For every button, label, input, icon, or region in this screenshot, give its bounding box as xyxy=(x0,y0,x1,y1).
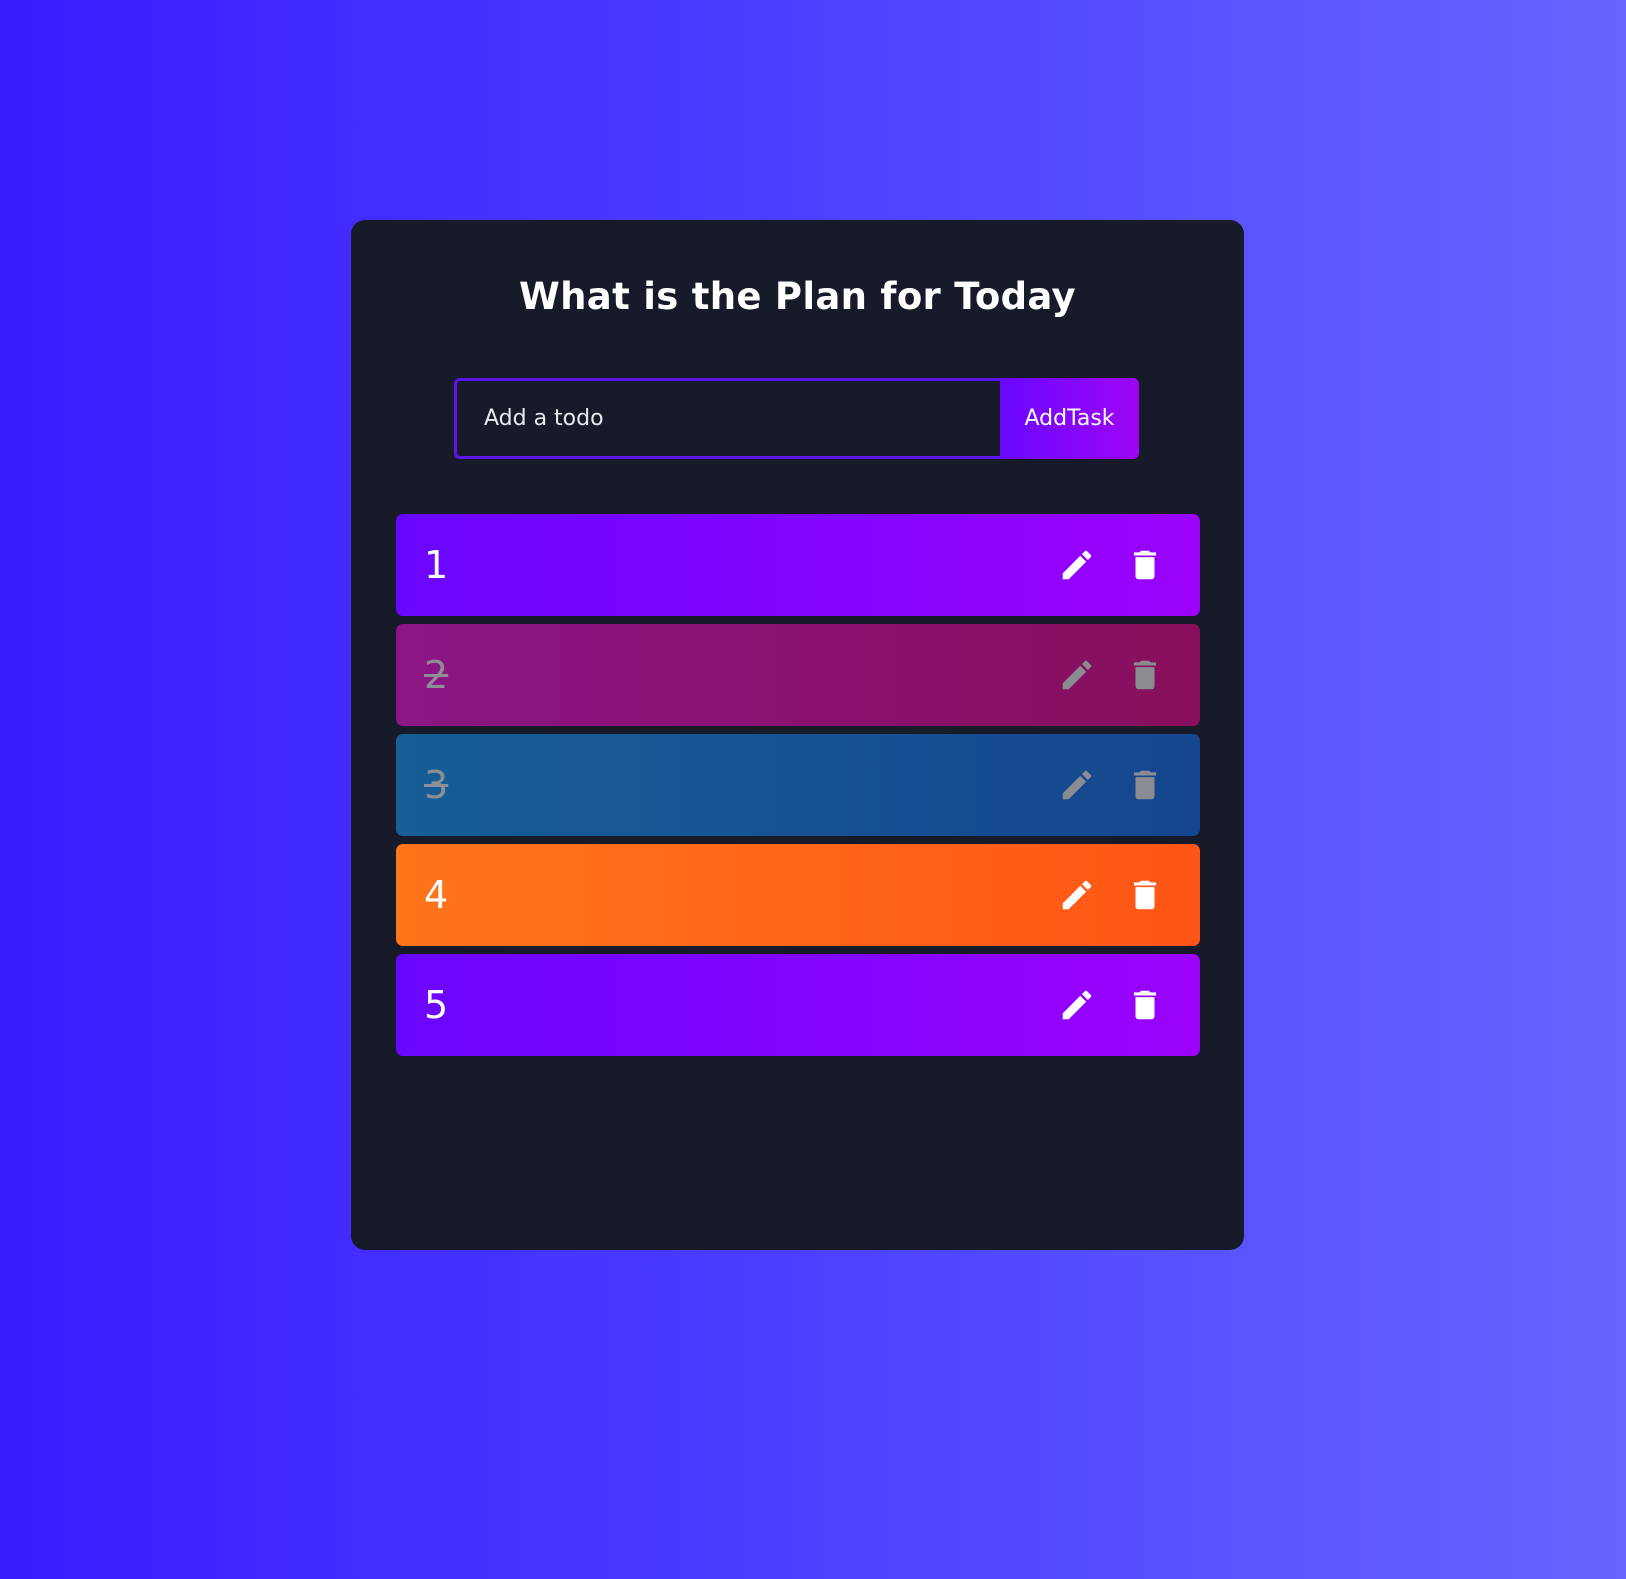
trash-icon[interactable] xyxy=(1126,986,1164,1024)
pencil-icon[interactable] xyxy=(1058,876,1096,914)
todo-text[interactable]: 1 xyxy=(424,543,1058,587)
pencil-icon[interactable] xyxy=(1058,986,1096,1024)
page-title: What is the Plan for Today xyxy=(519,275,1076,318)
todo-row: 2 xyxy=(396,624,1200,726)
todo-text[interactable]: 5 xyxy=(424,983,1058,1027)
todo-text[interactable]: 2 xyxy=(424,653,1058,697)
trash-icon[interactable] xyxy=(1126,766,1164,804)
todo-actions xyxy=(1058,546,1164,584)
todo-text[interactable]: 3 xyxy=(424,763,1058,807)
todo-actions xyxy=(1058,766,1164,804)
add-task-button[interactable]: AddTask xyxy=(1000,378,1139,459)
todo-row: 1 xyxy=(396,514,1200,616)
todo-input[interactable] xyxy=(454,378,1000,459)
todo-text[interactable]: 4 xyxy=(424,873,1058,917)
pencil-icon[interactable] xyxy=(1058,656,1096,694)
todo-row: 4 xyxy=(396,844,1200,946)
todo-list: 1 2 3 4 5 xyxy=(396,514,1200,1064)
trash-icon[interactable] xyxy=(1126,876,1164,914)
pencil-icon[interactable] xyxy=(1058,546,1096,584)
todo-row: 5 xyxy=(396,954,1200,1056)
todo-form: AddTask xyxy=(454,378,1139,459)
trash-icon[interactable] xyxy=(1126,656,1164,694)
pencil-icon[interactable] xyxy=(1058,766,1096,804)
todo-app: What is the Plan for Today AddTask 1 2 xyxy=(351,220,1244,1250)
todo-actions xyxy=(1058,656,1164,694)
todo-actions xyxy=(1058,986,1164,1024)
trash-icon[interactable] xyxy=(1126,546,1164,584)
todo-actions xyxy=(1058,876,1164,914)
todo-row: 3 xyxy=(396,734,1200,836)
